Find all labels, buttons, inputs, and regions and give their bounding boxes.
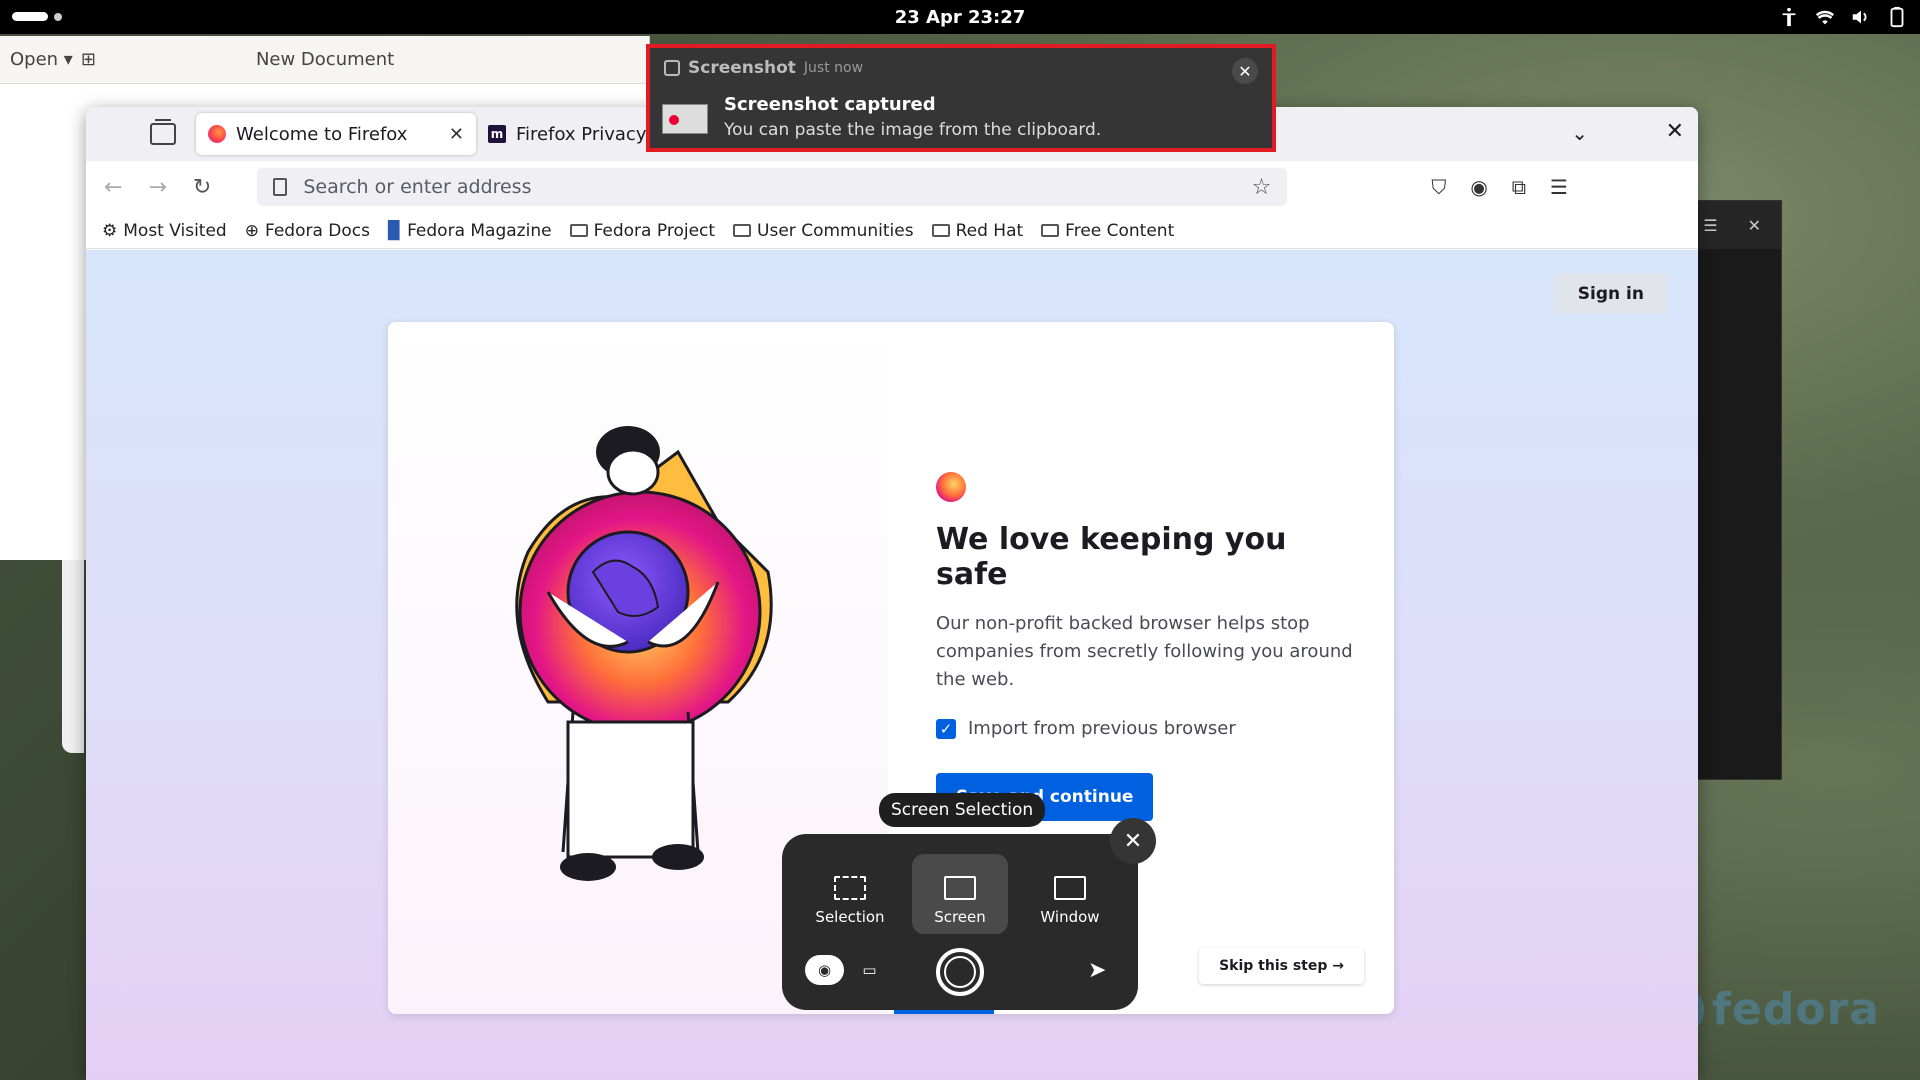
app-menu-icon[interactable]: ☰	[1550, 175, 1568, 199]
folder-icon	[733, 224, 752, 237]
editor-header: Open ▾ ⊞ New Document	[0, 36, 649, 84]
tab-close-icon[interactable]: ✕	[449, 124, 464, 145]
screenshot-thumbnail	[662, 104, 708, 134]
watermark-text: fedora	[1711, 984, 1880, 1035]
bookmarks-toolbar: ⚙ Most Visited ⊕ Fedora Docs ▉ Fedora Magaz…	[86, 213, 1698, 249]
nav-bar: ← → ↻ Search or enter address ☆ ⛉ ◉ ⧉ ☰	[86, 161, 1698, 213]
notification-body: You can paste the image from the clipboa…	[724, 120, 1102, 140]
pocket-icon[interactable]: ⛉	[1431, 175, 1446, 199]
close-icon[interactable]: ✕	[1748, 216, 1761, 235]
volume-icon[interactable]	[1850, 6, 1872, 28]
tab-welcome[interactable]: Welcome to Firefox ✕	[196, 113, 476, 155]
import-label: Import from previous browser	[968, 718, 1236, 739]
monitor-icon	[944, 876, 976, 900]
bookmark-user-communities[interactable]: User Communities	[733, 221, 914, 241]
wifi-icon[interactable]	[1814, 6, 1836, 28]
screenshot-close-icon[interactable]: ✕	[1110, 818, 1156, 864]
welcome-description: Our non-profit backed browser helps stop…	[936, 613, 1353, 690]
tab-label: Welcome to Firefox	[236, 123, 408, 145]
system-tray[interactable]	[1778, 6, 1908, 28]
bookmark-fedora-docs[interactable]: ⊕ Fedora Docs	[245, 221, 370, 241]
sign-in-button[interactable]: Sign in	[1553, 274, 1668, 314]
toolbar-buttons: ⛉ ◉ ⧉ ☰	[1431, 175, 1568, 199]
notification-app: Screenshot Just now	[664, 58, 863, 78]
firefox-favicon-icon	[208, 125, 226, 143]
import-option[interactable]: ✓ Import from previous browser	[936, 718, 1356, 739]
account-icon[interactable]: ◉	[1470, 175, 1487, 199]
list-all-tabs-chevron-icon[interactable]: ⌄	[1571, 121, 1588, 145]
firefox-view-icon[interactable]	[150, 119, 176, 145]
notification-time: Just now	[803, 60, 864, 76]
camera-icon[interactable]: ◉	[805, 955, 844, 985]
bookmark-star-icon[interactable]: ☆	[1252, 175, 1272, 200]
folder-icon	[569, 224, 588, 237]
notification-close-icon[interactable]: ✕	[1232, 58, 1258, 84]
workspace-pill-icon	[12, 12, 48, 21]
clock[interactable]: 23 Apr 23:27	[895, 7, 1026, 28]
tab-label: Firefox Privacy N	[516, 123, 666, 145]
bookmark-icon: ▉	[388, 220, 402, 241]
bookmark-fedora-project[interactable]: Fedora Project	[569, 221, 715, 241]
import-checkbox[interactable]: ✓	[936, 718, 956, 739]
workspace-dot-icon	[54, 12, 62, 21]
bookmark-fedora-magazine[interactable]: ▉ Fedora Magazine	[388, 221, 552, 241]
new-tab-icon[interactable]: ⊞	[81, 49, 96, 70]
gear-icon: ⚙	[102, 220, 118, 241]
bookmark-free-content[interactable]: Free Content	[1041, 221, 1174, 241]
screenshot-app-icon	[664, 60, 680, 76]
back-arrow-icon[interactable]: ←	[104, 175, 122, 200]
activities-indicator[interactable]	[12, 12, 62, 21]
mode-screen-button[interactable]: Screen	[912, 854, 1008, 934]
reload-icon[interactable]: ↻	[193, 175, 211, 200]
notification-title: Screenshot captured	[724, 94, 936, 115]
menu-icon[interactable]: ☰	[1703, 216, 1717, 235]
folder-icon	[1041, 224, 1060, 237]
forward-arrow-icon[interactable]: →	[148, 175, 166, 200]
editor-title: New Document	[255, 49, 395, 70]
show-pointer-icon[interactable]: ➤	[1088, 958, 1106, 983]
top-bar: 23 Apr 23:27	[0, 0, 1920, 34]
mozilla-favicon-icon: m	[488, 125, 506, 143]
screen-selection-tooltip: Screen Selection	[879, 793, 1046, 827]
capture-type-toggle[interactable]: ◉ ▭	[802, 952, 892, 988]
battery-icon[interactable]	[1886, 6, 1908, 28]
welcome-headline: We love keeping you safe	[936, 522, 1287, 592]
capture-button[interactable]	[936, 948, 984, 996]
address-bar[interactable]: Search or enter address ☆	[257, 168, 1288, 206]
screenshot-notification[interactable]: Screenshot Just now ✕ Screenshot capture…	[646, 44, 1276, 152]
extensions-icon[interactable]: ⧉	[1512, 175, 1526, 199]
editor-sidebar-fragment	[62, 560, 84, 753]
mode-window-button[interactable]: Window	[1022, 854, 1118, 934]
skip-step-button[interactable]: Skip this step →	[1199, 948, 1364, 984]
open-button[interactable]: Open ▾	[10, 49, 73, 70]
bookmark-most-visited[interactable]: ⚙ Most Visited	[102, 221, 227, 241]
bookmark-red-hat[interactable]: Red Hat	[931, 221, 1023, 241]
screenshot-panel: Selection Screen Window ◉ ▭ ➤	[782, 834, 1138, 1010]
address-placeholder: Search or enter address	[303, 176, 532, 198]
welcome-text-panel: We love keeping you safe Our non-profit …	[936, 472, 1356, 821]
window-close-icon[interactable]: ✕	[1666, 119, 1684, 144]
mode-selection-button[interactable]: Selection	[802, 854, 898, 934]
selection-icon	[834, 876, 866, 900]
globe-icon: ⊕	[244, 220, 259, 241]
video-camera-icon[interactable]: ▭	[850, 955, 889, 985]
accessibility-icon[interactable]	[1778, 6, 1800, 28]
page-icon	[273, 178, 288, 196]
window-icon	[1054, 876, 1086, 900]
firefox-logo-icon	[936, 472, 966, 502]
folder-icon	[931, 224, 950, 237]
